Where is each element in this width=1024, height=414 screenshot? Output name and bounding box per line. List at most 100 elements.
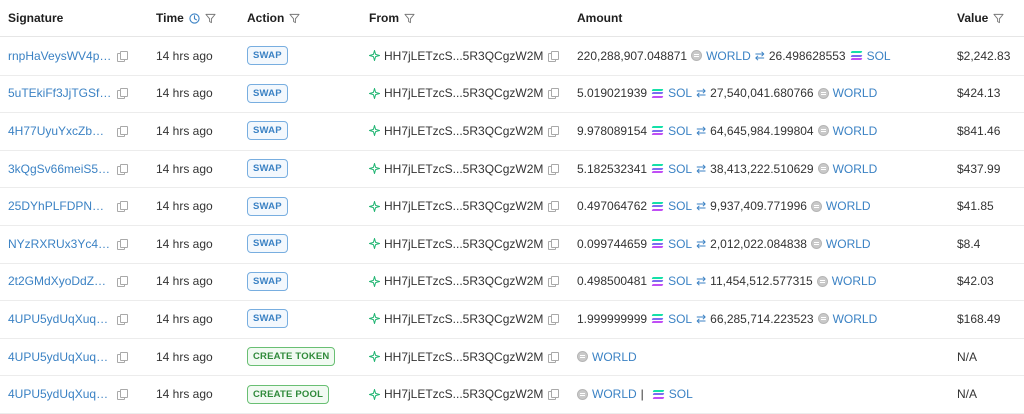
signature-link[interactable]: 4UPU5ydUqXuq8X... xyxy=(8,387,112,401)
copy-icon[interactable] xyxy=(117,201,128,213)
token-in-link[interactable]: SOL xyxy=(668,124,692,138)
world-token-icon xyxy=(816,275,828,287)
from-address-link[interactable]: HH7jLETzcS...5R3QCgzW2M xyxy=(384,162,543,176)
from-address-link[interactable]: HH7jLETzcS...5R3QCgzW2M xyxy=(384,312,543,326)
header-value[interactable]: Value xyxy=(957,0,1004,36)
from-address-link[interactable]: HH7jLETzcS...5R3QCgzW2M xyxy=(384,49,543,63)
sparkle-icon xyxy=(369,351,380,363)
filter-icon[interactable] xyxy=(404,13,415,24)
table-row: rnpHaVeysWV4pGZ... 14 hrs ago SWAP HH7jLETz… xyxy=(0,37,1024,76)
token-out-link[interactable]: WORLD xyxy=(833,312,878,326)
signature-link[interactable]: 5uTEkiFf3JjTGSfo... xyxy=(8,86,112,100)
token-in-link[interactable]: SOL xyxy=(668,237,692,251)
time-cell: 14 hrs ago xyxy=(156,225,240,263)
token-out-link[interactable]: WORLD xyxy=(832,274,877,288)
from-cell: HH7jLETzcS...5R3QCgzW2M xyxy=(369,338,569,376)
token-out-link[interactable]: WORLD xyxy=(833,86,878,100)
action-cell: CREATE TOKEN xyxy=(247,338,357,376)
token-out-link[interactable]: WORLD xyxy=(826,199,871,213)
table-row: 3kQgSv66meiS518... 14 hrs ago SWAP HH7jLETz… xyxy=(0,150,1024,189)
from-address-link[interactable]: HH7jLETzcS...5R3QCgzW2M xyxy=(384,124,543,138)
header-action[interactable]: Action xyxy=(247,0,300,36)
amount-in: 220,288,907.048871 xyxy=(577,48,688,63)
sparkle-icon xyxy=(369,125,380,137)
time-text: 14 hrs ago xyxy=(156,48,213,63)
from-cell: HH7jLETzcS...5R3QCgzW2M xyxy=(369,263,569,301)
signature-link[interactable]: 4UPU5ydUqXuq8X... xyxy=(8,350,112,364)
value-text: $2,242.83 xyxy=(957,48,1011,63)
copy-icon[interactable] xyxy=(548,313,560,325)
token-in-link[interactable]: SOL xyxy=(668,162,692,176)
swap-arrows-icon: ⇄ xyxy=(754,48,765,63)
copy-icon[interactable] xyxy=(117,276,128,288)
from-address-link[interactable]: HH7jLETzcS...5R3QCgzW2M xyxy=(384,86,543,100)
copy-icon[interactable] xyxy=(548,351,560,363)
signature-link[interactable]: 25DYhPLFDPNMm... xyxy=(8,199,112,213)
copy-icon[interactable] xyxy=(548,163,560,175)
from-address-link[interactable]: HH7jLETzcS...5R3QCgzW2M xyxy=(384,350,543,364)
copy-icon[interactable] xyxy=(117,313,128,325)
copy-icon[interactable] xyxy=(548,389,560,401)
from-address-link[interactable]: HH7jLETzcS...5R3QCgzW2M xyxy=(384,387,543,401)
from-cell: HH7jLETzcS...5R3QCgzW2M xyxy=(369,75,569,113)
token-out-link[interactable]: WORLD xyxy=(833,124,878,138)
copy-icon[interactable] xyxy=(117,163,128,175)
token-link[interactable]: WORLD xyxy=(592,350,637,364)
copy-icon[interactable] xyxy=(117,88,128,100)
header-signature: Signature xyxy=(8,0,63,36)
table-row: 4UPU5ydUqXuq8X... 14 hrs ago SWAP HH7jLETzc… xyxy=(0,300,1024,339)
header-from[interactable]: From xyxy=(369,0,415,36)
copy-icon[interactable] xyxy=(548,276,560,288)
copy-icon[interactable] xyxy=(548,238,560,250)
filter-icon[interactable] xyxy=(205,13,216,24)
token-in-link[interactable]: SOL xyxy=(668,199,692,213)
from-address-link[interactable]: HH7jLETzcS...5R3QCgzW2M xyxy=(384,199,543,213)
filter-icon[interactable] xyxy=(289,13,300,24)
signature-cell: 3kQgSv66meiS518... xyxy=(8,150,148,188)
from-address-link[interactable]: HH7jLETzcS...5R3QCgzW2M xyxy=(384,274,543,288)
token-out-link[interactable]: SOL xyxy=(867,49,891,63)
signature-cell: NYzRXRUx3Yc4Pfo... xyxy=(8,225,148,263)
header-value-label: Value xyxy=(957,11,989,25)
copy-icon[interactable] xyxy=(548,50,560,62)
token-a-link[interactable]: WORLD xyxy=(592,387,637,401)
action-badge: SWAP xyxy=(247,46,288,66)
sparkle-icon xyxy=(369,87,380,99)
copy-icon[interactable] xyxy=(548,88,560,100)
signature-link[interactable]: NYzRXRUx3Yc4Pfo... xyxy=(8,237,112,251)
filter-icon[interactable] xyxy=(993,13,1004,24)
signature-link[interactable]: rnpHaVeysWV4pGZ... xyxy=(8,49,112,63)
action-cell: SWAP xyxy=(247,150,357,188)
sol-token-icon xyxy=(651,313,664,324)
copy-icon[interactable] xyxy=(117,50,128,62)
signature-link[interactable]: 3kQgSv66meiS518... xyxy=(8,162,112,176)
copy-icon[interactable] xyxy=(117,389,128,401)
sparkle-icon xyxy=(369,388,380,400)
amount-cell: 0.497064762 SOL ⇄ 9,937,409.771996 WORLD xyxy=(577,187,947,225)
token-in-link[interactable]: SOL xyxy=(668,86,692,100)
action-cell: SWAP xyxy=(247,75,357,113)
token-out-link[interactable]: WORLD xyxy=(826,237,871,251)
clock-icon[interactable] xyxy=(189,12,200,24)
time-text: 14 hrs ago xyxy=(156,199,213,214)
copy-icon[interactable] xyxy=(117,125,128,137)
token-in-link[interactable]: SOL xyxy=(668,274,692,288)
token-b-link[interactable]: SOL xyxy=(669,387,693,401)
header-time[interactable]: Time xyxy=(156,0,216,36)
token-out-link[interactable]: WORLD xyxy=(833,162,878,176)
signature-link[interactable]: 4H77UyuYxcZbmY... xyxy=(8,124,112,138)
table-row: 5uTEkiFf3JjTGSfo... 14 hrs ago SWAP HH7jLET… xyxy=(0,75,1024,114)
copy-icon[interactable] xyxy=(548,125,560,137)
token-in-link[interactable]: WORLD xyxy=(706,49,751,63)
action-badge: CREATE TOKEN xyxy=(247,347,336,367)
header-signature-label: Signature xyxy=(8,11,64,25)
from-address-link[interactable]: HH7jLETzcS...5R3QCgzW2M xyxy=(384,237,543,251)
copy-icon[interactable] xyxy=(117,238,128,250)
token-in-link[interactable]: SOL xyxy=(668,312,692,326)
world-token-icon xyxy=(691,50,703,62)
swap-arrows-icon: ⇄ xyxy=(696,199,707,214)
signature-link[interactable]: 4UPU5ydUqXuq8X... xyxy=(8,312,112,326)
copy-icon[interactable] xyxy=(117,351,128,363)
copy-icon[interactable] xyxy=(548,201,560,213)
signature-link[interactable]: 2t2GMdXyoDdZUM... xyxy=(8,274,112,288)
